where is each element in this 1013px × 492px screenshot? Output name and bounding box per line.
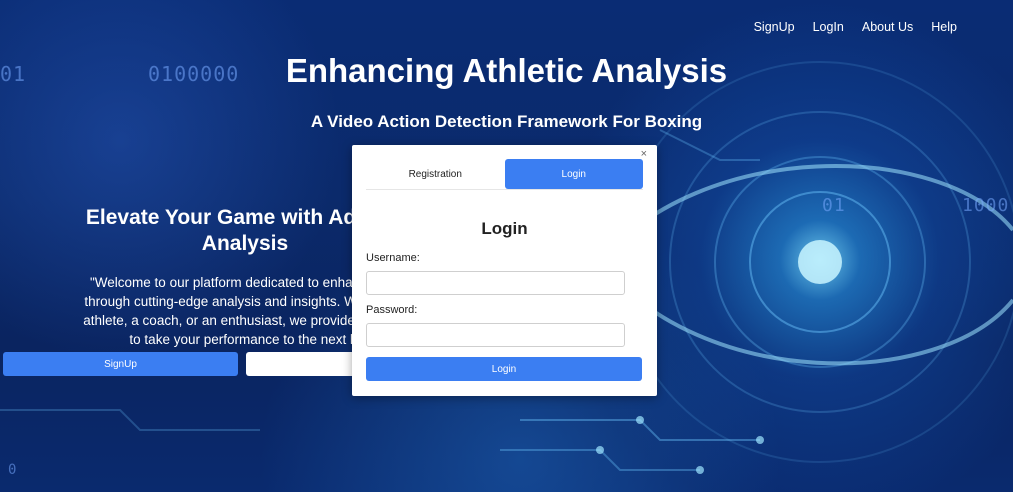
modal-tabs: Registration Login — [366, 159, 643, 190]
password-input[interactable] — [366, 323, 625, 347]
nav-help-link[interactable]: Help — [931, 20, 957, 34]
page-title: Enhancing Athletic Analysis — [285, 52, 728, 89]
username-label: Username: — [366, 252, 420, 264]
hero-heading-line-2: Analysis — [201, 232, 289, 255]
tab-login[interactable]: Login — [504, 159, 643, 189]
modal-heading: Login — [481, 219, 528, 238]
nav-login-link[interactable]: LogIn — [813, 20, 844, 34]
hero-text-line: to take your performance to the next le — [129, 332, 361, 347]
login-submit-button[interactable]: Login — [366, 357, 642, 381]
nav-about-link[interactable]: About Us — [862, 20, 913, 34]
binary-text: 1000 — [962, 195, 1010, 216]
page-subtitle: A Video Action Detection Framework For B… — [310, 112, 703, 131]
password-label: Password: — [366, 304, 418, 316]
tab-registration[interactable]: Registration — [366, 159, 505, 189]
login-modal: × Registration Login Login Username: Pas… — [352, 145, 657, 396]
hero-signup-button[interactable]: SignUp — [3, 352, 238, 376]
top-nav: SignUp LogIn About Us Help — [754, 20, 957, 34]
binary-text: 01 — [822, 195, 846, 216]
binary-text: 0 — [8, 462, 18, 478]
nav-signup-link[interactable]: SignUp — [754, 20, 795, 34]
username-input[interactable] — [366, 271, 625, 295]
